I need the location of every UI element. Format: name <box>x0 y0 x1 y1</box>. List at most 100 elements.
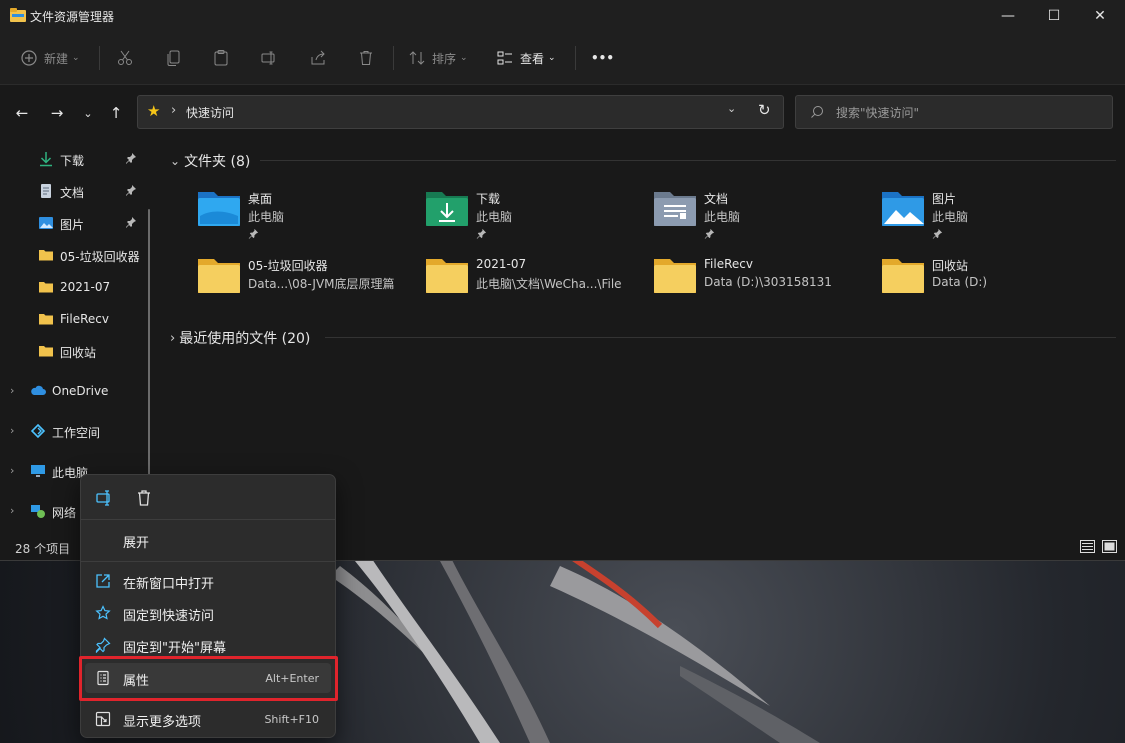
view-button[interactable]: 查看 ⌄ <box>496 44 556 72</box>
sidebar-item-label: FileRecv <box>60 312 109 326</box>
paste-button[interactable] <box>212 44 230 72</box>
sidebar-item-label: 2021-07 <box>60 280 111 294</box>
sidebar-item-folder[interactable]: FileRecv <box>0 304 150 334</box>
refresh-icon[interactable]: ↻ <box>758 101 771 119</box>
folder-name: 2021-07 <box>476 257 527 271</box>
download-arrow-icon <box>40 152 52 167</box>
more-options-button[interactable]: ••• <box>591 44 614 72</box>
sidebar-item-documents[interactable]: 文档 <box>0 176 150 206</box>
sidebar-item-label: 回收站 <box>60 346 97 360</box>
folder-tile-desktop[interactable]: 桌面 此电脑 <box>160 186 388 246</box>
address-history-chevron-icon[interactable]: ⌄ <box>727 102 736 115</box>
menu-item-label: 固定到"开始"屏幕 <box>123 641 226 656</box>
menu-item-open-in-new-window[interactable]: 在新窗口中打开 <box>85 566 331 596</box>
toolbar-divider <box>575 46 576 70</box>
network-icon <box>31 505 45 518</box>
view-list-icon <box>497 51 512 65</box>
minimize-button[interactable]: — <box>985 0 1031 32</box>
delete-button[interactable] <box>357 44 375 72</box>
computer-icon <box>31 465 45 477</box>
file-explorer-app-icon <box>10 8 26 22</box>
folder-icon <box>39 346 53 357</box>
sidebar-item-pictures[interactable]: 图片 <box>0 208 150 238</box>
recent-files-group-header[interactable]: › 最近使用的文件 (20) <box>170 328 310 348</box>
menu-item-expand[interactable]: 展开 <box>85 525 331 555</box>
sidebar-item-folder[interactable]: 05-垃圾回收器 <box>0 240 150 270</box>
context-menu-quick-actions <box>81 475 335 519</box>
address-bar[interactable]: ★ › 快速访问 ⌄ ↻ <box>137 95 784 129</box>
forward-arrow-icon[interactable]: → <box>47 103 67 123</box>
folder-tile-downloads[interactable]: 下载 此电脑 <box>388 186 616 246</box>
pin-icon <box>125 216 137 231</box>
pin-icon <box>476 228 487 242</box>
up-arrow-icon[interactable]: ↑ <box>106 103 126 123</box>
rename-icon[interactable] <box>93 487 115 509</box>
folder-icon <box>882 259 924 293</box>
menu-divider <box>81 561 335 562</box>
sidebar-item-folder[interactable]: 回收站 <box>0 336 150 366</box>
address-row: ← → ⌄ ↑ ★ › 快速访问 ⌄ ↻ 搜索"快速访问" <box>0 85 1125 140</box>
document-icon <box>41 184 51 198</box>
sidebar-item-workspace[interactable]: › 工作空间 <box>0 416 150 446</box>
sort-icon <box>409 51 425 65</box>
folder-location: Data...\08-JVM底层原理篇 <box>248 277 395 291</box>
folder-location: Data (D:) <box>932 275 988 289</box>
address-location[interactable]: 快速访问 <box>186 104 234 121</box>
close-button[interactable]: ✕ <box>1077 0 1123 32</box>
toolbar-divider <box>99 46 100 70</box>
sidebar-item-downloads[interactable]: 下载 <box>0 144 150 174</box>
folder-tile[interactable]: 2021-07 此电脑\文档\WeCha...\File <box>388 253 622 313</box>
details-view-icon[interactable] <box>1080 540 1095 553</box>
desktop-folder-icon <box>198 192 240 226</box>
recent-locations-chevron-icon[interactable]: ⌄ <box>78 103 98 123</box>
navigation-pane: 下载 文档 图片 05-垃圾回收器 2021-07 FileRecv 回收站 ›… <box>0 140 160 530</box>
share-button[interactable] <box>309 44 327 72</box>
chevron-down-icon: ⌄ <box>72 53 80 63</box>
chevron-right-icon[interactable]: › <box>10 464 14 477</box>
menu-item-label: 展开 <box>123 536 150 551</box>
folder-tile[interactable]: FileRecv Data (D:)\303158131 <box>616 253 844 313</box>
folder-tile[interactable]: 05-垃圾回收器 Data...\08-JVM底层原理篇 <box>160 253 395 313</box>
chevron-right-icon[interactable]: › <box>10 504 14 517</box>
chevron-right-icon[interactable]: › <box>10 424 14 437</box>
rename-icon <box>261 51 275 65</box>
toolbar-divider <box>393 46 394 70</box>
sidebar-item-onedrive[interactable]: › OneDrive <box>0 376 150 406</box>
menu-item-pin-to-quick-access[interactable]: 固定到快速访问 <box>85 598 331 628</box>
sort-button[interactable]: 排序 ⌄ <box>408 44 468 72</box>
recent-files-group-title: 最近使用的文件 (20) <box>179 331 311 347</box>
open-new-window-icon <box>96 574 110 588</box>
folder-tile-pictures[interactable]: 图片 此电脑 <box>844 186 1072 246</box>
folder-location: 此电脑\文档\WeCha...\File <box>476 277 622 291</box>
star-icon <box>95 605 111 620</box>
folder-tile[interactable]: 回收站 Data (D:) <box>844 253 1072 313</box>
maximize-button[interactable]: ☐ <box>1031 0 1077 32</box>
new-button-label: 新建 <box>44 51 69 66</box>
search-icon <box>811 106 823 118</box>
search-box[interactable]: 搜索"快速访问" <box>795 95 1113 129</box>
folder-location: Data (D:)\303158131 <box>704 275 832 289</box>
scissors-icon <box>118 50 132 65</box>
sidebar-scrollbar[interactable] <box>148 209 150 479</box>
command-bar: 新建 ⌄ 排序 ⌄ 查看 ⌄ ••• <box>0 32 1125 85</box>
chevron-right-icon[interactable]: › <box>10 384 14 397</box>
pin-icon <box>125 152 137 167</box>
new-button[interactable]: 新建 ⌄ <box>20 44 80 72</box>
title-bar[interactable]: 文件资源管理器 — ☐ ✕ <box>0 0 1125 32</box>
sidebar-item-folder[interactable]: 2021-07 <box>0 272 150 302</box>
folder-location: 此电脑 <box>704 210 741 224</box>
folders-group-header[interactable]: ⌄ 文件夹 (8) <box>170 151 250 171</box>
documents-folder-icon <box>654 192 696 226</box>
trash-icon[interactable] <box>133 487 155 509</box>
tiles-view-icon[interactable] <box>1102 540 1117 553</box>
clipboard-icon <box>214 50 228 66</box>
folder-tile-documents[interactable]: 文档 此电脑 <box>616 186 844 246</box>
workspace-icon <box>30 423 46 439</box>
folder-icon <box>654 259 696 293</box>
back-arrow-icon[interactable]: ← <box>12 103 32 123</box>
copy-button[interactable] <box>165 44 183 72</box>
cut-button[interactable] <box>116 44 134 72</box>
sidebar-item-label: 05-垃圾回收器 <box>60 250 140 264</box>
rename-button[interactable] <box>260 44 278 72</box>
menu-item-show-more-options[interactable]: 显示更多选项 Shift+F10 <box>85 704 331 734</box>
